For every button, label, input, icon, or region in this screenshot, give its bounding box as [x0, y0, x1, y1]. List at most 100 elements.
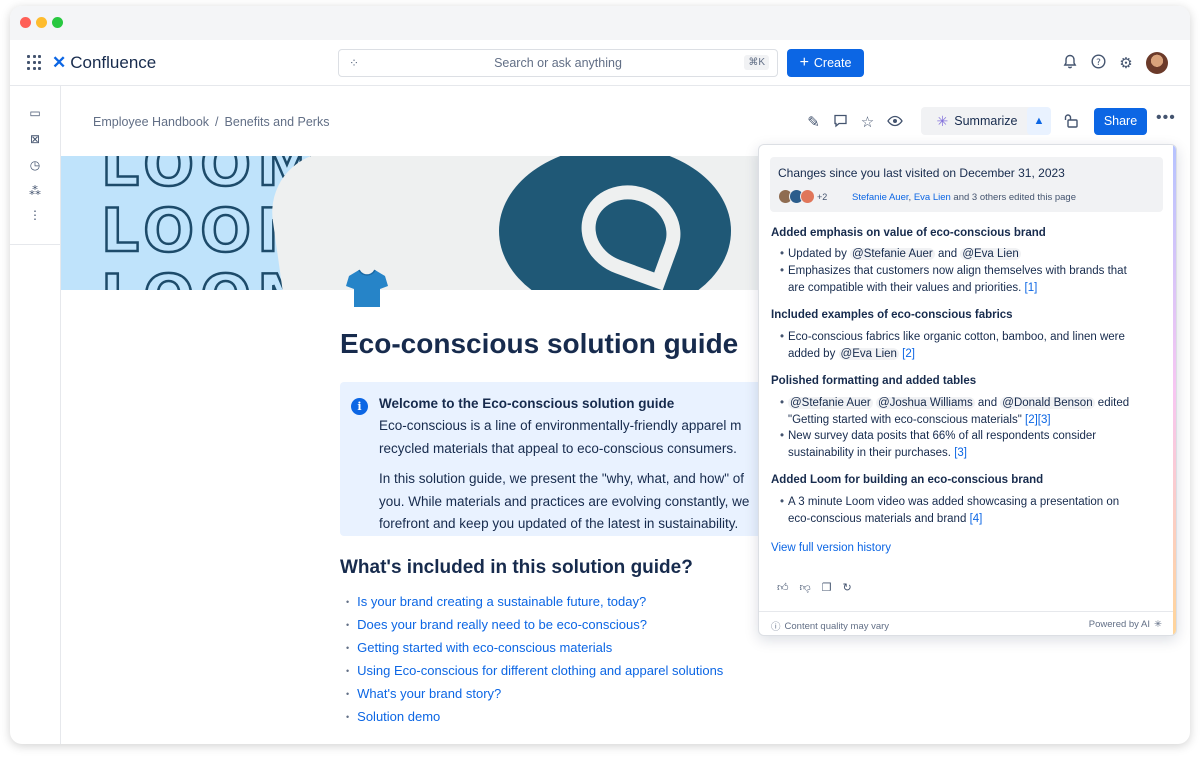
summary-bullet-continued: are compatible with their values and pri… — [788, 282, 1037, 294]
section-heading: What's included in this solution guide? — [340, 557, 693, 578]
toc-link[interactable]: • What's your brand story? — [346, 682, 723, 705]
star-icon[interactable]: ☆ — [859, 113, 876, 131]
toc-link[interactable]: • Using Eco-conscious for different cloth… — [346, 659, 723, 682]
app-switcher-icon[interactable] — [27, 55, 42, 70]
info-panel-line: recycled materials that appeal to eco-co… — [379, 441, 737, 456]
maximize-window-button[interactable] — [52, 17, 63, 28]
editor-avatars[interactable]: +2 — [778, 189, 827, 204]
toc-link-text[interactable]: Getting started with eco-conscious mater… — [357, 640, 612, 655]
avatar — [800, 189, 815, 204]
info-icon: ⓘ — [771, 622, 781, 633]
mention[interactable]: @Joshua Williams — [875, 397, 975, 409]
toc-link-text[interactable]: Solution demo — [357, 709, 440, 724]
info-panel-line: In this solution guide, we present the "… — [379, 471, 745, 486]
summarize-label: Summarize — [954, 114, 1018, 128]
editor-link[interactable]: Eva Lien — [914, 192, 951, 203]
toc-link[interactable]: • Is your brand creating a sustainable fu… — [346, 590, 723, 613]
minimize-window-button[interactable] — [36, 17, 47, 28]
toc-link-text[interactable]: Using Eco-conscious for different clothi… — [357, 663, 723, 678]
ai-summary-panel: Changes since you last visited on Decemb… — [758, 144, 1177, 636]
summarize-button[interactable]: ✳ Summarize — [921, 107, 1033, 135]
t-shirt-icon[interactable] — [343, 264, 391, 312]
reference-link[interactable]: [2][3] — [1025, 414, 1051, 426]
info-panel-line: Eco-conscious is a line of environmental… — [379, 418, 742, 433]
summary-heading: Added Loom for building an eco-conscious… — [771, 474, 1044, 486]
toc-link[interactable]: • Getting started with eco-conscious mate… — [346, 636, 723, 659]
toc-link-text[interactable]: What's your brand story? — [357, 686, 501, 701]
toc-link-text[interactable]: Does your brand really need to be eco-co… — [357, 617, 647, 632]
page-title: Eco-conscious solution guide — [340, 328, 739, 359]
thumbs-up-icon[interactable]: 👍︎ — [777, 581, 789, 594]
summary-bullet: A 3 minute Loom video was added showcasi… — [780, 496, 1119, 508]
refresh-icon[interactable]: ↻ — [843, 581, 852, 594]
close-window-button[interactable] — [20, 17, 31, 28]
content-quality-text: Content quality may vary — [784, 620, 890, 632]
unlock-icon[interactable] — [1064, 113, 1079, 131]
editor-link[interactable]: Stefanie Auer — [852, 192, 909, 203]
app-name: Confluence — [70, 53, 157, 72]
reference-link[interactable]: [2] — [902, 348, 915, 360]
page-toolbar: ✎ ☆ — [805, 108, 903, 136]
breadcrumb-item-benefits[interactable]: Benefits and Perks — [225, 115, 330, 129]
powered-by-ai: Powered by AI ✳ — [1089, 619, 1162, 630]
reference-link[interactable]: [4] — [970, 513, 983, 525]
bullet-text: eco-conscious materials and brand — [788, 513, 967, 525]
create-button[interactable]: + Create — [787, 49, 864, 77]
summary-bullet: New survey data posits that 66% of all r… — [780, 430, 1096, 442]
help-icon[interactable]: ? — [1090, 53, 1106, 73]
avatar[interactable] — [1146, 52, 1168, 74]
top-navigation: ✕ Confluence ⁘ Search or ask anything ⌘K… — [10, 40, 1190, 86]
create-label: Create — [813, 56, 852, 70]
toc-link-text[interactable]: Is your brand creating a sustainable fut… — [357, 594, 646, 609]
summarize-chevron-up-icon[interactable]: ▲ — [1027, 107, 1051, 135]
bullet-text: added by — [788, 348, 839, 360]
edit-icon[interactable]: ✎ — [805, 113, 822, 131]
search-shortcut: ⌘K — [744, 55, 769, 70]
mention[interactable]: @Eva Lien — [960, 248, 1021, 260]
more-icon[interactable]: ⋮ — [28, 208, 42, 222]
mention[interactable]: @Stefanie Auer — [850, 248, 935, 260]
bullet-text: "Getting started with eco-conscious mate… — [788, 414, 1022, 426]
comment-icon[interactable] — [832, 113, 849, 132]
summary-bullet: @Stefanie Auer @Joshua Williams and @Don… — [780, 397, 1129, 409]
version-history-link[interactable]: View full version history — [771, 542, 891, 554]
recent-icon[interactable]: ◷ — [28, 158, 42, 172]
window-titlebar — [10, 6, 1190, 40]
confluence-mark-icon: ✕ — [52, 53, 67, 72]
settings-icon[interactable]: ⚙ — [1118, 54, 1134, 72]
share-button[interactable]: Share — [1094, 108, 1147, 135]
info-panel: i Welcome to the Eco-conscious solution … — [340, 382, 770, 536]
browser-window: ✕ Confluence ⁘ Search or ask anything ⌘K… — [10, 6, 1190, 744]
search-input[interactable]: ⁘ Search or ask anything ⌘K — [338, 49, 778, 77]
summary-heading: Polished formatting and added tables — [771, 375, 977, 387]
sidebar-divider — [10, 244, 61, 245]
reference-link[interactable]: [1] — [1025, 282, 1038, 294]
copy-icon[interactable]: ❐ — [822, 581, 832, 594]
summary-bullet-continued: added by @Eva Lien [2] — [788, 348, 915, 360]
info-panel-title: Welcome to the Eco-conscious solution gu… — [379, 396, 675, 411]
toc-link[interactable]: • Does your brand really need to be eco-c… — [346, 613, 723, 636]
mention[interactable]: @Eva Lien — [838, 348, 899, 360]
pages-icon[interactable]: ⊠ — [28, 132, 42, 146]
bell-icon[interactable] — [1062, 54, 1078, 73]
summary-bullet-continued: "Getting started with eco-conscious mate… — [788, 414, 1051, 426]
summary-bullet-continued: sustainability in their purchases. [3] — [788, 447, 967, 459]
thumbs-down-icon[interactable]: 👎︎ — [800, 581, 811, 594]
bullet-text: are compatible with their values and pri… — [788, 282, 1022, 294]
svg-text:?: ? — [1096, 58, 1101, 68]
confluence-logo[interactable]: ✕ Confluence — [52, 53, 156, 73]
mention[interactable]: @Donald Benson — [1000, 397, 1095, 409]
more-actions-icon[interactable]: ••• — [1156, 109, 1176, 127]
watch-icon[interactable] — [886, 114, 903, 131]
breadcrumb-item-handbook[interactable]: Employee Handbook — [93, 115, 209, 129]
summary-bullet: Eco-conscious fabrics like organic cotto… — [780, 331, 1125, 343]
ai-sparkle-icon: ✳ — [1154, 619, 1162, 630]
sidebar-toggle-icon[interactable]: ▭ — [28, 106, 42, 120]
plus-icon: + — [799, 54, 809, 71]
apps-icon[interactable]: ⁂ — [28, 184, 42, 198]
reference-link[interactable]: [3] — [954, 447, 967, 459]
toc-link[interactable]: • Solution demo — [346, 705, 723, 728]
powered-by-text: Powered by AI — [1088, 619, 1151, 630]
mention[interactable]: @Stefanie Auer — [788, 397, 873, 409]
summary-bullet: Emphasizes that customers now align them… — [780, 265, 1127, 277]
